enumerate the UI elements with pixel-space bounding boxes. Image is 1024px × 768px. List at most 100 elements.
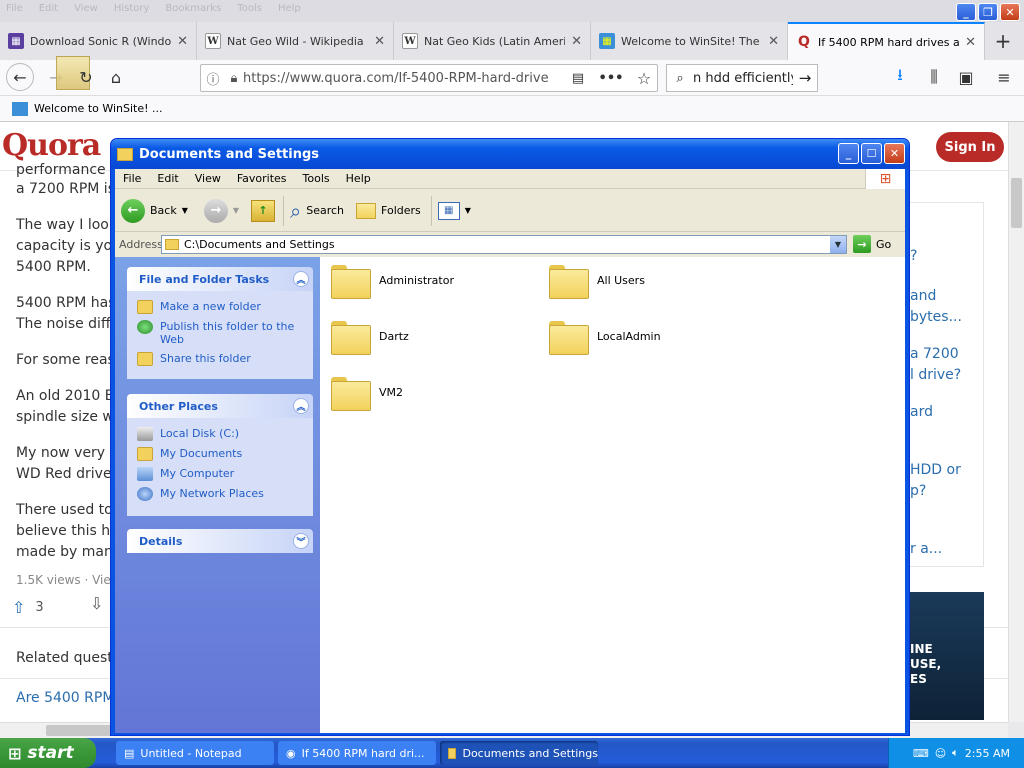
url-text[interactable]: https://www.quora.com/If-5400-RPM-hard-d… bbox=[243, 71, 565, 86]
menu-file[interactable]: File bbox=[115, 172, 149, 185]
go-button[interactable]: → Go bbox=[853, 235, 891, 253]
panel-header[interactable]: Other Places ︽ bbox=[127, 394, 313, 418]
reload-icon[interactable]: ↻ bbox=[72, 63, 100, 91]
keyboard-icon[interactable]: ⌨ bbox=[913, 747, 929, 760]
scroll-thumb[interactable] bbox=[1011, 178, 1022, 228]
quora-logo[interactable]: Quora bbox=[2, 128, 101, 163]
address-value[interactable]: C:\Documents and Settings bbox=[184, 238, 335, 251]
network-tray-icon[interactable]: ☺ bbox=[935, 747, 946, 760]
taskbar-button-notepad[interactable]: ▤ Untitled - Notepad bbox=[116, 741, 274, 765]
menu-edit[interactable]: Edit bbox=[39, 3, 58, 14]
collapse-chevron-icon[interactable]: ︽ bbox=[293, 271, 309, 287]
url-bar[interactable]: ⓘ 🔒︎ https://www.quora.com/If-5400-RPM-h… bbox=[200, 64, 658, 92]
menu-tools[interactable]: Tools bbox=[237, 3, 262, 14]
close-icon[interactable]: ✕ bbox=[1000, 3, 1020, 21]
page-actions-icon[interactable]: ••• bbox=[591, 71, 631, 86]
hamburger-menu-icon[interactable]: ≡ bbox=[990, 63, 1018, 91]
minimize-icon[interactable]: _ bbox=[956, 3, 976, 21]
sidebar-link[interactable]: bytes... bbox=[910, 307, 962, 328]
close-tab-icon[interactable]: ✕ bbox=[374, 34, 385, 49]
maximize-icon[interactable]: ☐ bbox=[861, 143, 882, 164]
search-go-arrow-icon[interactable]: → bbox=[793, 69, 817, 87]
start-button[interactable]: ⊞ start bbox=[0, 738, 96, 768]
sidebar-link[interactable]: r a... bbox=[910, 539, 942, 560]
my-documents-link[interactable]: My Documents bbox=[127, 444, 313, 464]
downvote-arrow-icon[interactable]: ⇩ bbox=[90, 594, 103, 613]
collapse-chevron-icon[interactable]: ︽ bbox=[293, 398, 309, 414]
bookmark-star-icon[interactable]: ☆ bbox=[631, 69, 657, 88]
ad-banner[interactable]: INE USE, ES bbox=[910, 592, 984, 720]
menu-history[interactable]: History bbox=[114, 3, 150, 14]
taskbar-button-explorer[interactable]: Documents and Settings bbox=[440, 741, 598, 765]
address-dropdown-icon[interactable]: ▼ bbox=[830, 235, 846, 253]
sign-in-button[interactable]: Sign In bbox=[936, 132, 1004, 162]
publish-to-web-link[interactable]: Publish this folder to the Web bbox=[127, 317, 313, 349]
local-disk-link[interactable]: Local Disk (C:) bbox=[127, 424, 313, 444]
upvote-button[interactable]: ⇧ 3 bbox=[12, 594, 82, 620]
folders-button[interactable]: Folders bbox=[356, 202, 421, 219]
menu-view[interactable]: View bbox=[74, 3, 98, 14]
dropdown-arrow-icon[interactable]: ▼ bbox=[233, 206, 239, 215]
tab-nat-geo-wild[interactable]: W Nat Geo Wild - Wikipedia ✕ bbox=[197, 22, 394, 60]
forward-button[interactable]: → ▼ bbox=[203, 198, 239, 223]
panel-header[interactable]: File and Folder Tasks ︽ bbox=[127, 267, 313, 291]
library-icon[interactable]: ⫼ bbox=[920, 63, 948, 91]
scroll-thumb[interactable] bbox=[46, 725, 116, 736]
dropdown-arrow-icon[interactable]: ▼ bbox=[465, 206, 471, 215]
close-tab-icon[interactable]: ✕ bbox=[571, 34, 582, 49]
minimize-icon[interactable]: _ bbox=[838, 143, 859, 164]
tab-sonic-r[interactable]: ▦ Download Sonic R (Windows ✕ bbox=[0, 22, 197, 60]
taskbar-button-firefox[interactable]: ◉ If 5400 RPM hard dri... bbox=[278, 741, 436, 765]
close-tab-icon[interactable]: ✕ bbox=[965, 35, 976, 50]
related-question-link[interactable]: Are 5400 RPM bbox=[16, 688, 114, 709]
my-computer-link[interactable]: My Computer bbox=[127, 464, 313, 484]
menu-help[interactable]: Help bbox=[338, 172, 379, 185]
new-tab-icon[interactable]: + bbox=[985, 22, 1021, 60]
home-icon[interactable]: ⌂ bbox=[102, 63, 130, 91]
expand-chevron-icon[interactable]: ︾ bbox=[293, 533, 309, 549]
tab-nat-geo-kids[interactable]: W Nat Geo Kids (Latin American ✕ bbox=[394, 22, 591, 60]
close-tab-icon[interactable]: ✕ bbox=[177, 34, 188, 49]
close-icon[interactable]: ✕ bbox=[884, 143, 905, 164]
sidebar-link[interactable]: a 7200 bbox=[910, 344, 959, 365]
speaker-icon[interactable]: 🔈︎ bbox=[952, 746, 959, 760]
menu-tools[interactable]: Tools bbox=[295, 172, 338, 185]
info-icon[interactable]: ⓘ bbox=[201, 69, 225, 88]
sidebar-link[interactable]: ard bbox=[910, 402, 933, 423]
share-folder-link[interactable]: Share this folder bbox=[127, 349, 313, 369]
sidebar-link[interactable]: ? bbox=[910, 246, 917, 267]
views-button[interactable]: ▦ ▼ bbox=[437, 201, 471, 220]
sidebar-link[interactable]: l drive? bbox=[910, 365, 961, 386]
menu-edit[interactable]: Edit bbox=[149, 172, 186, 185]
back-button[interactable]: ← Back ▼ bbox=[121, 198, 188, 223]
reader-view-icon[interactable]: ▤ bbox=[565, 71, 591, 86]
sidebar-link[interactable]: p? bbox=[910, 481, 926, 502]
folder-item[interactable]: Dartz bbox=[331, 319, 409, 355]
back-arrow-icon[interactable]: ← bbox=[6, 63, 34, 91]
my-network-places-link[interactable]: My Network Places bbox=[127, 484, 313, 504]
panel-header[interactable]: Details ︾ bbox=[127, 529, 313, 553]
sidebar-link[interactable]: HDD or bbox=[910, 460, 961, 481]
vertical-scrollbar[interactable] bbox=[1008, 122, 1024, 722]
menu-bookmarks[interactable]: Bookmarks bbox=[165, 3, 221, 14]
up-folder-button[interactable]: ↑ bbox=[251, 199, 276, 222]
search-button[interactable]: ⌕ Search bbox=[290, 199, 344, 223]
folder-item[interactable]: LocalAdmin bbox=[549, 319, 661, 355]
restore-icon[interactable]: ❐ bbox=[978, 3, 998, 21]
folder-item[interactable]: All Users bbox=[549, 263, 645, 299]
bookmark-winsite[interactable]: Welcome to WinSite! ... bbox=[34, 102, 163, 115]
folder-item[interactable]: Administrator bbox=[331, 263, 454, 299]
tab-winsite[interactable]: ▦ Welcome to WinSite! The pl ✕ bbox=[591, 22, 788, 60]
folder-item[interactable]: VM2 bbox=[331, 375, 403, 411]
search-input[interactable]: n hdd efficiently bbox=[693, 71, 793, 86]
menu-file[interactable]: File bbox=[6, 3, 23, 14]
dropdown-arrow-icon[interactable]: ▼ bbox=[182, 206, 188, 215]
menu-view[interactable]: View bbox=[187, 172, 229, 185]
make-new-folder-link[interactable]: Make a new folder bbox=[127, 297, 313, 317]
sidebar-link[interactable]: and bbox=[910, 286, 936, 307]
download-icon[interactable]: ⭳ bbox=[886, 63, 914, 91]
explorer-title-bar[interactable]: Documents and Settings _ ☐ ✕ bbox=[111, 139, 909, 169]
search-bar[interactable]: ⌕ n hdd efficiently → bbox=[666, 64, 818, 92]
address-input[interactable]: C:\Documents and Settings ▼ bbox=[161, 234, 847, 254]
clock[interactable]: 2:55 AM bbox=[965, 747, 1010, 760]
